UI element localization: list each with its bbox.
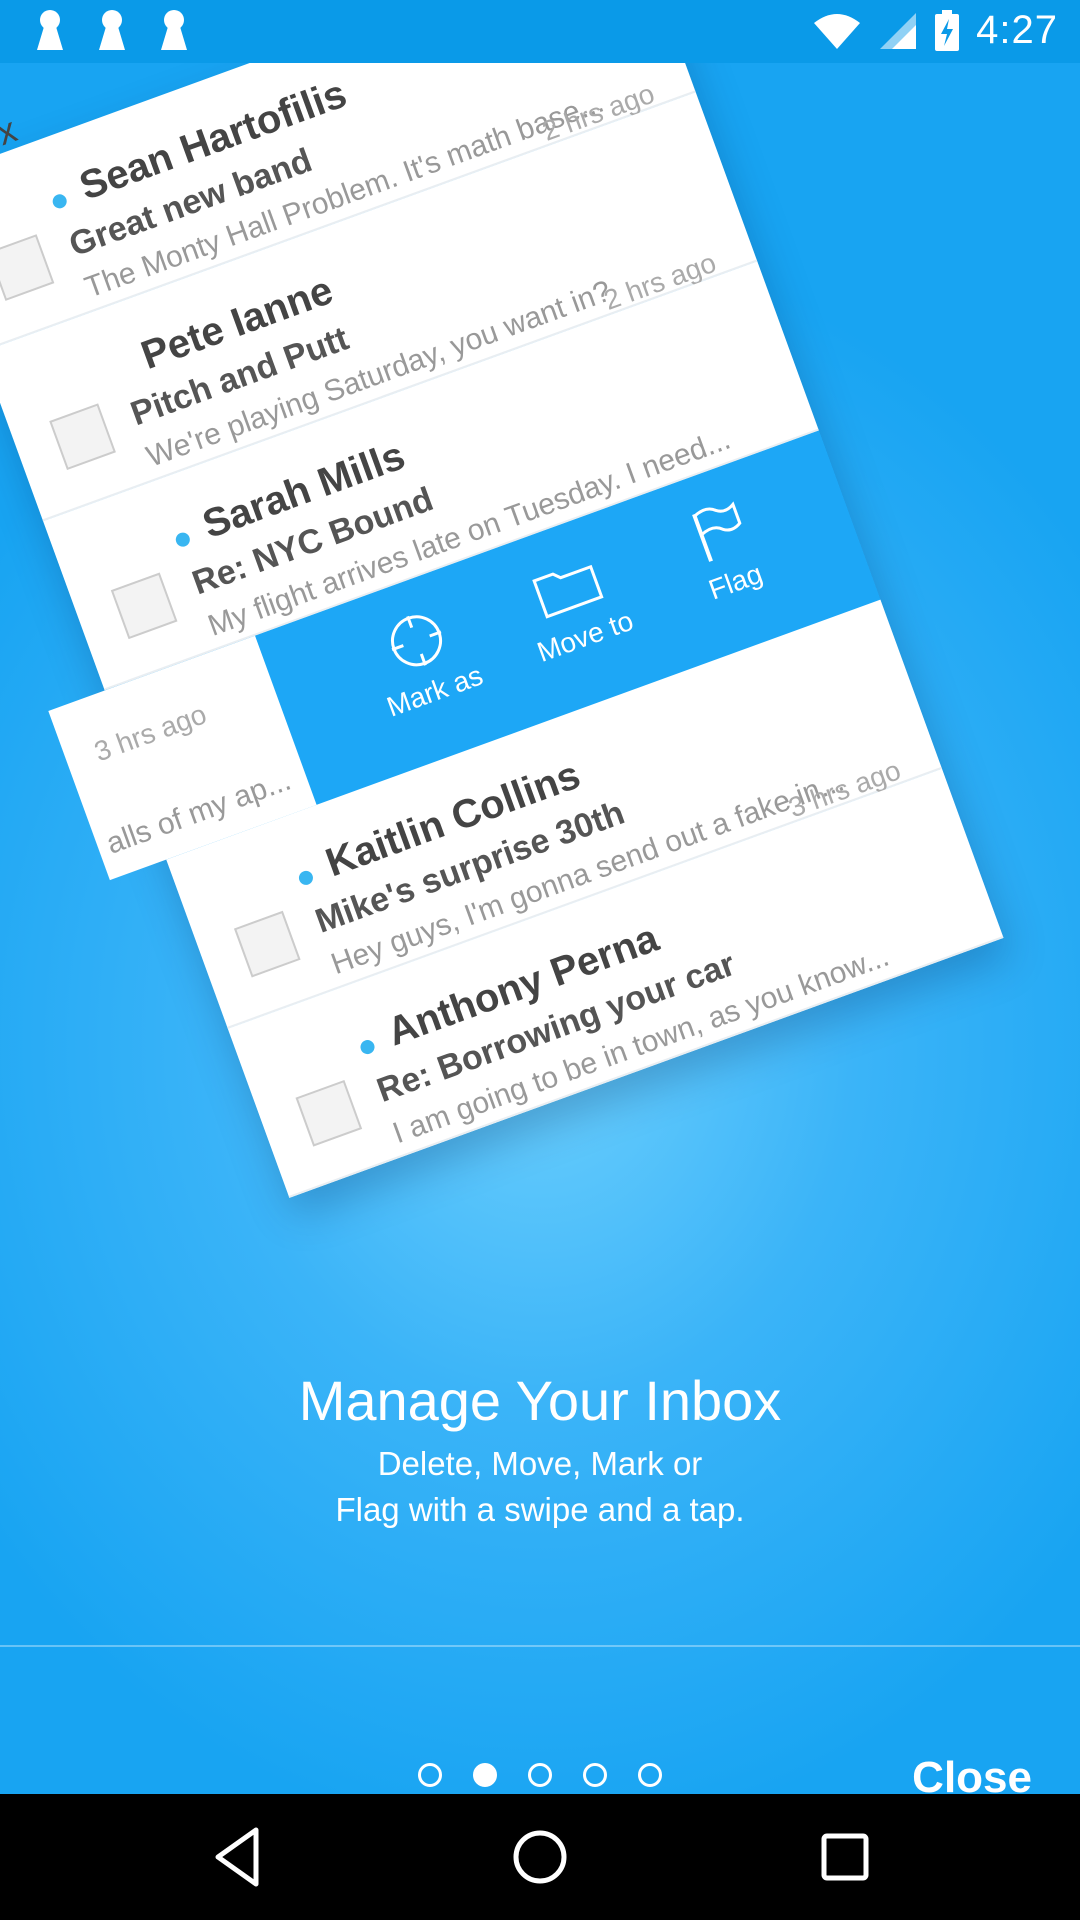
clock: 4:27 xyxy=(976,8,1058,52)
navigation-bar xyxy=(0,1794,1080,1920)
unread-dot xyxy=(358,1038,377,1057)
crosshair-icon xyxy=(391,615,443,667)
status-bar: 4:27 xyxy=(0,0,1080,63)
onboarding-description-line-2: Flag with a swipe and a tap. xyxy=(335,1491,745,1528)
email-time: 3 hrs ago xyxy=(90,698,211,768)
checkbox xyxy=(295,1079,363,1147)
flag-label: Flag xyxy=(704,557,767,606)
onboarding-screen: Inbox Sean Hartofilis Great new band The… xyxy=(0,63,1080,1794)
recents-icon[interactable] xyxy=(814,1822,874,1892)
unread-dot xyxy=(173,530,192,549)
move-to-button[interactable]: Move to xyxy=(491,534,657,676)
onboarding-description-line-1: Delete, Move, Mark or xyxy=(377,1445,703,1482)
back-icon[interactable] xyxy=(208,1822,268,1892)
checkbox xyxy=(49,403,116,471)
folder-icon xyxy=(532,564,604,619)
battery-charging-icon xyxy=(935,9,960,51)
page-indicator xyxy=(418,1763,662,1787)
notification-icons xyxy=(34,10,190,52)
page-dot-active[interactable] xyxy=(473,1763,497,1787)
cellular-signal-icon xyxy=(880,12,917,49)
inbox-illustration: Inbox Sean Hartofilis Great new band The… xyxy=(0,63,1080,1263)
unread-dot xyxy=(296,868,315,887)
page-dot[interactable] xyxy=(528,1763,552,1787)
keyhole-icon xyxy=(96,10,128,52)
page-dot[interactable] xyxy=(583,1763,607,1787)
flag-icon xyxy=(692,501,742,562)
close-button[interactable]: Close xyxy=(912,1753,1032,1794)
mark-as-button[interactable]: Mark as xyxy=(340,589,506,731)
keyhole-icon xyxy=(158,10,190,52)
page-dot[interactable] xyxy=(638,1763,662,1787)
unread-dot xyxy=(50,192,69,211)
home-icon[interactable] xyxy=(508,1822,572,1892)
flag-button[interactable]: Flag xyxy=(641,479,807,621)
wifi-icon xyxy=(814,13,861,49)
keyhole-icon xyxy=(34,10,66,52)
inbox-card: Inbox Sean Hartofilis Great new band The… xyxy=(0,63,1004,1198)
checkbox xyxy=(0,234,55,301)
system-icons: 4:27 xyxy=(812,8,1058,53)
divider xyxy=(0,1645,1080,1647)
page-dot[interactable] xyxy=(418,1763,442,1787)
checkbox xyxy=(233,910,301,978)
onboarding-title: Manage Your Inbox xyxy=(298,1369,782,1432)
checkbox xyxy=(110,572,178,640)
